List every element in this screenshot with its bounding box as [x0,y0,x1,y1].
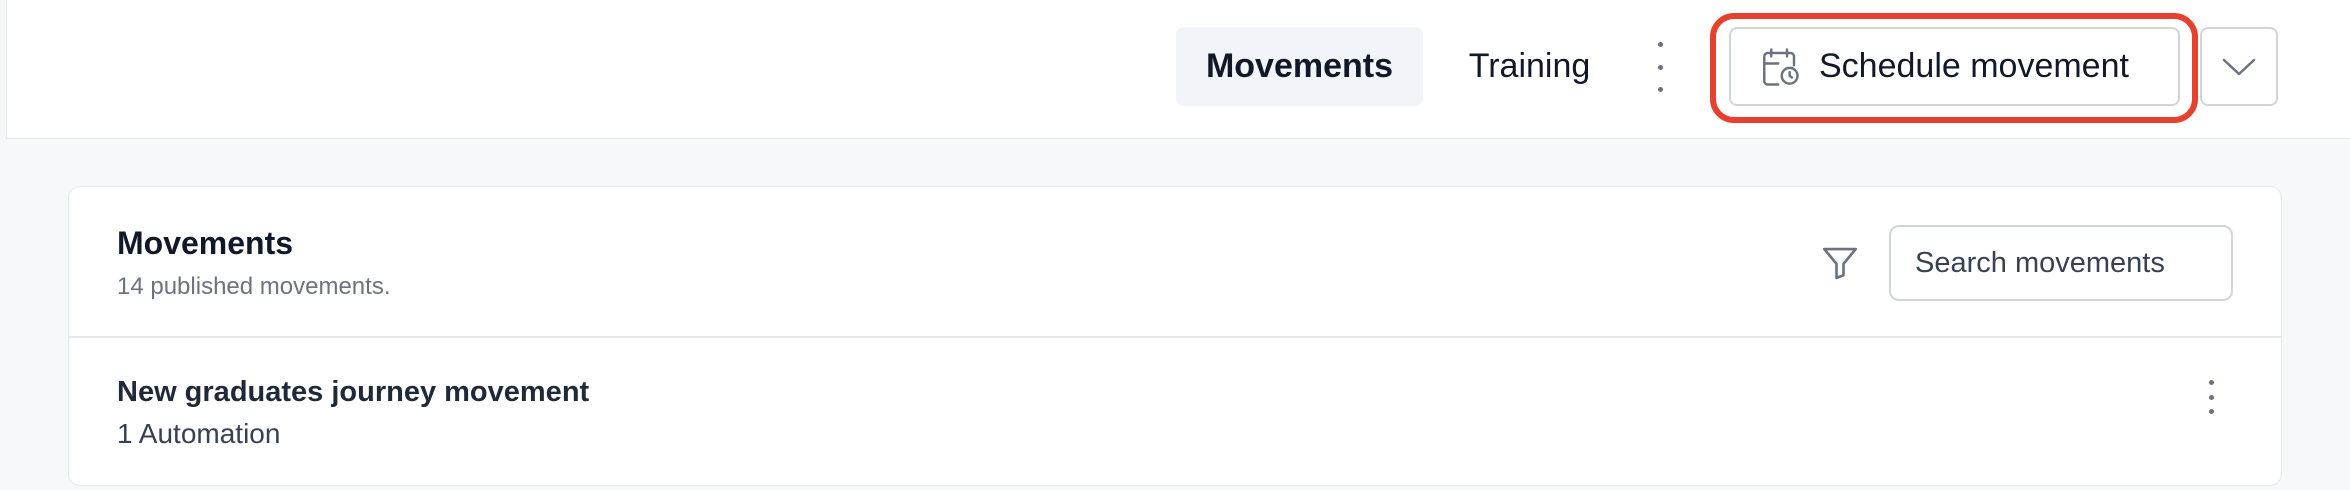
movements-card: Movements 14 published movements. New gr… [68,186,2282,486]
schedule-movement-label: Schedule movement [1819,47,2129,85]
tab-training[interactable]: Training [1442,27,1617,106]
movement-title: New graduates journey movement [117,376,590,408]
calendar-clock-icon [1763,47,1799,86]
schedule-dropdown-button[interactable] [2200,27,2278,106]
card-title: Movements [117,225,294,261]
list-item[interactable]: New graduates journey movement 1 Automat… [69,340,2281,490]
row-more-options-icon[interactable] [2203,380,2219,414]
tab-movements[interactable]: Movements [1176,27,1423,106]
search-input[interactable] [1889,225,2233,301]
schedule-movement-button[interactable]: Schedule movement [1729,27,2180,106]
card-header: Movements 14 published movements. [69,187,2281,338]
chevron-down-icon [2222,58,2256,75]
more-options-icon[interactable] [1650,42,1670,92]
card-subtitle: 14 published movements. [117,273,391,300]
filter-icon[interactable] [1819,242,1861,284]
movement-subtitle: 1 Automation [117,418,281,449]
